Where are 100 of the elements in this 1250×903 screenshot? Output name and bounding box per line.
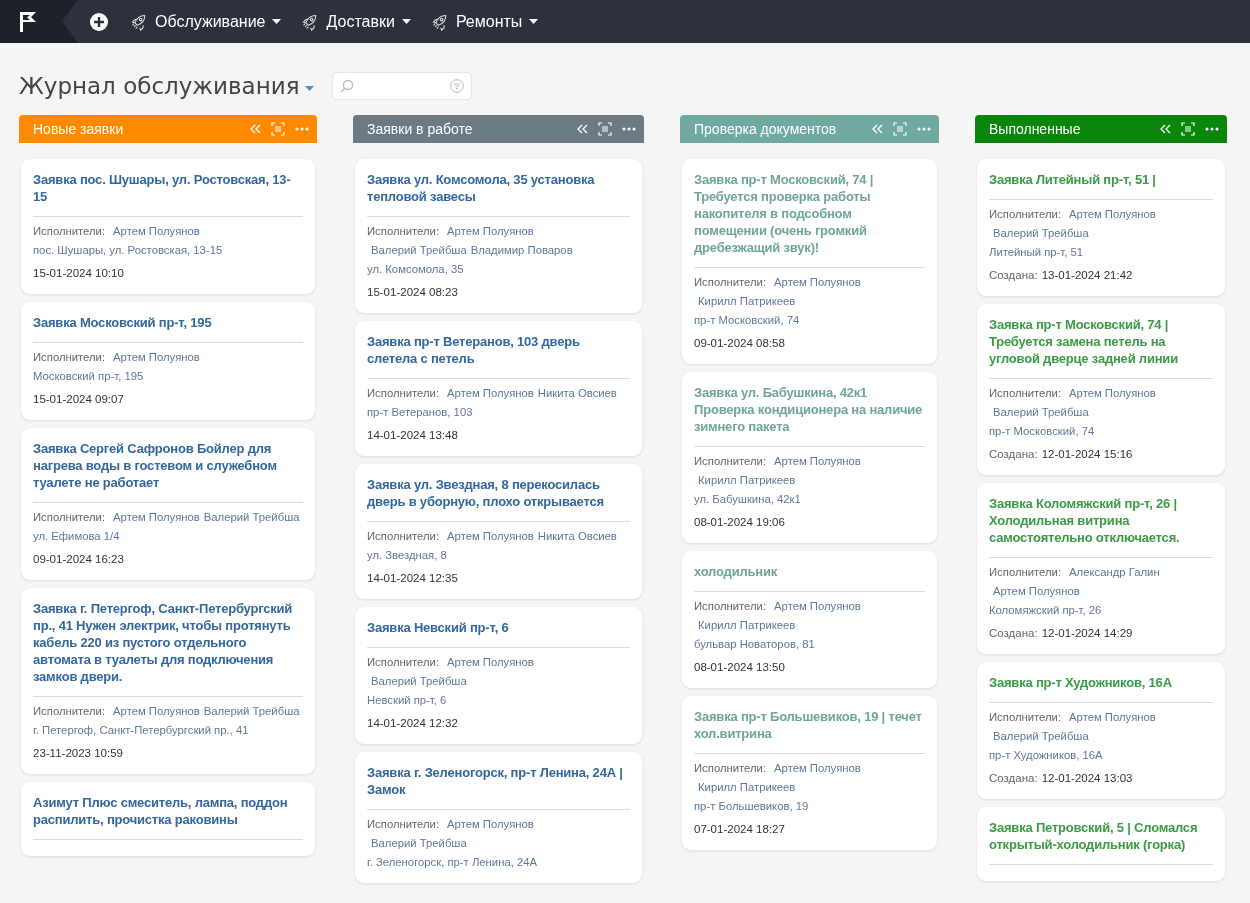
- performer-name[interactable]: Артем Полуянов: [774, 759, 861, 778]
- performer-name[interactable]: Артем Полуянов: [113, 222, 200, 241]
- task-card[interactable]: Заявка Литейный пр-т, 51 | Исполнители: Артем Полуянов Валерий Трейбша Литейный пр-т, 51 Создана: 13-01-2024 21:42: [977, 159, 1225, 296]
- task-card[interactable]: Заявка Московский пр-т, 195 Исполнители: Артем Полуянов Московский пр-т, 195 15-01-2024 09:07: [21, 302, 315, 420]
- task-card[interactable]: Заявка Коломяжский пр-т, 26 | Холодильная витрина самостоятельно отключается. Исполнители: Александр Галин Артем Полуянов Коломяжский пр-т, 26 Создана: 12-01-2024 14:29: [977, 483, 1225, 654]
- fullscreen-icon[interactable]: [893, 122, 907, 136]
- collapse-icon[interactable]: [249, 123, 261, 135]
- performer-name[interactable]: Артем Полуянов: [774, 452, 861, 471]
- card-title[interactable]: Заявка Коломяжский пр-т, 26 | Холодильная витрина самостоятельно отключается.: [989, 495, 1213, 558]
- performer-name[interactable]: Валерий Трейбша: [993, 403, 1089, 422]
- card-title[interactable]: Заявка пос. Шушары, ул. Ростовская, 13-15: [33, 171, 303, 217]
- performer-name[interactable]: Артем Полуянов: [774, 273, 861, 292]
- card-title[interactable]: Заявка ул. Комсомола, 35 установка тепловой завесы: [367, 171, 630, 217]
- performer-name[interactable]: Валерий Трейбша: [371, 672, 467, 691]
- performer-name[interactable]: Валерий Трейбша: [203, 508, 300, 527]
- created-label: Создана:: [989, 448, 1038, 460]
- search-field[interactable]: [332, 72, 473, 100]
- column-title: Новые заявки: [33, 121, 125, 137]
- nav-menu[interactable]: Ремонты: [430, 12, 539, 31]
- card-title[interactable]: Заявка ул. Звездная, 8 перекосилась дверь в уборную, плохо открывается: [367, 476, 630, 522]
- nav-menu[interactable]: Обслуживание: [130, 12, 282, 31]
- performer-name[interactable]: Валерий Трейбша: [371, 834, 467, 853]
- card-title[interactable]: Заявка пр-т Большевиков, 19 | течет хол.витрина: [694, 708, 925, 754]
- performer-name[interactable]: Александр Галин: [1069, 563, 1160, 582]
- performer-name[interactable]: Артем Полуянов: [113, 702, 200, 721]
- performer-name[interactable]: Валерий Трейбша: [203, 702, 300, 721]
- card-title[interactable]: Заявка Московский пр-т, 195: [33, 314, 303, 343]
- fullscreen-icon[interactable]: [1181, 122, 1195, 136]
- nav-menu[interactable]: Доставки: [301, 12, 411, 31]
- more-icon[interactable]: [1205, 127, 1219, 131]
- task-card[interactable]: Заявка пр-т Московский, 74 | Требуется замена петель на угловой дверце задней линии Исполнители: Артем Полуянов Валерий Трейбша пр-т Московский, 74 Создана: 12-01-2024 15:16: [977, 304, 1225, 475]
- performer-name[interactable]: Артем Полуянов: [993, 582, 1080, 601]
- task-card[interactable]: Заявка ул. Звездная, 8 перекосилась дверь в уборную, плохо открывается Исполнители: Артем Полуянов Никита Овсиев ул. Звездная, 8 14-01-2024 12:35: [355, 464, 642, 599]
- performer-name[interactable]: Валерий Трейбша: [993, 727, 1089, 746]
- flag-logo-icon[interactable]: [18, 10, 38, 33]
- performer-name[interactable]: Кирилл Патрикеев: [698, 292, 796, 311]
- fullscreen-icon[interactable]: [598, 122, 612, 136]
- card-title[interactable]: Заявка Сергей Сафронов Бойлер для нагрева воды в гостевом и служебном туалете не работает: [33, 440, 303, 503]
- task-card[interactable]: Заявка Невский пр-т, 6 Исполнители: Артем Полуянов Валерий Трейбша Невский пр-т, 6 14-01-2024 12:32: [355, 607, 642, 744]
- performer-name[interactable]: Никита Овсиев: [537, 384, 617, 403]
- card-title[interactable]: Заявка ул. Бабушкина, 42к1 Проверка кондиционера на наличие зимнего пакета: [694, 384, 925, 447]
- performer-name[interactable]: Кирилл Патрикеев: [698, 778, 796, 797]
- card-date: 08-01-2024 19:06: [694, 516, 785, 528]
- card-title[interactable]: Заявка Литейный пр-т, 51 |: [989, 171, 1213, 200]
- performer-name[interactable]: Артем Полуянов: [113, 348, 200, 367]
- task-card[interactable]: [21, 588, 315, 774]
- task-card[interactable]: [682, 159, 937, 364]
- card-title[interactable]: Азимут Плюс смеситель, лампа, поддон распилить, прочистка раковины: [33, 794, 303, 840]
- card-title[interactable]: Заявка Невский пр-т, 6: [367, 619, 630, 648]
- performer-name[interactable]: Валерий Трейбша: [371, 241, 467, 260]
- card-address: пр-т Московский, 74: [989, 425, 1095, 437]
- more-icon[interactable]: [622, 127, 636, 131]
- collapse-icon[interactable]: [871, 123, 883, 135]
- performer-name[interactable]: Артем Полуянов: [1069, 708, 1156, 727]
- performers-label: Исполнители:: [694, 455, 767, 467]
- more-icon[interactable]: [295, 127, 309, 131]
- card-title[interactable]: Заявка пр-т Московский, 74 | Требуется замена петель на угловой дверце задней линии: [989, 316, 1213, 379]
- task-card[interactable]: Заявка Петровский, 5 | Сломался открытый-холодильник (горка): [977, 807, 1225, 881]
- task-card[interactable]: Заявка ул. Бабушкина, 42к1 Проверка кондиционера на наличие зимнего пакета Исполнители: Артем Полуянов Кирилл Патрикеев ул. Бабушкина, 42к1 08-01-2024 19:06: [682, 372, 937, 543]
- caret-icon[interactable]: [305, 85, 315, 91]
- collapse-icon[interactable]: [1159, 123, 1171, 135]
- performer-name[interactable]: Артем Полуянов: [447, 527, 534, 546]
- performer-name[interactable]: Артем Полуянов: [1069, 205, 1156, 224]
- task-card[interactable]: Заявка пр-т Ветеранов, 103 дверь слетела с петель Исполнители: Артем Полуянов Никита Овсиев пр-т Ветеранов, 103 14-01-2024 13:48: [355, 321, 642, 456]
- task-card[interactable]: Заявка пр-т Художников, 16А Исполнители: Артем Полуянов Валерий Трейбша пр-т Художников, 16А Создана: 12-01-2024 13:03: [977, 662, 1225, 799]
- card-title[interactable]: Заявка пр-т Художников, 16А: [989, 674, 1213, 703]
- collapse-icon[interactable]: [576, 123, 588, 135]
- performer-name[interactable]: Кирилл Патрикеев: [698, 471, 796, 490]
- performer-name[interactable]: Кирилл Патрикеев: [698, 616, 796, 635]
- card-title[interactable]: Заявка Петровский, 5 | Сломался открытый-холодильник (горка): [989, 819, 1213, 865]
- task-card[interactable]: Заявка г. Зеленогорск, пр-т Ленина, 24А | Замок Исполнители: Артем Полуянов Валерий Трейбша г. Зеленогорск, пр-т Ленина, 24А: [355, 752, 642, 883]
- card-title[interactable]: Заявка г. Зеленогорск, пр-т Ленина, 24А | Замок: [367, 764, 630, 810]
- performer-name[interactable]: Артем Полуянов: [447, 815, 534, 834]
- card-address: ул. Ефимова 1/4: [33, 530, 120, 542]
- task-card[interactable]: Заявка ул. Комсомола, 35 установка тепловой завесы Исполнители: Артем Полуянов Валерий Трейбша Владимир Поваров ул. Комсомола, 35 15-01-2024 08:23: [355, 159, 642, 313]
- task-card[interactable]: холодильник Исполнители: Артем Полуянов Кирилл Патрикеев бульвар Новаторов, 81 08-01-2024 13:50: [682, 551, 937, 688]
- card-title[interactable]: холодильник: [694, 563, 925, 592]
- performer-name[interactable]: Владимир Поваров: [470, 241, 573, 260]
- performer-name[interactable]: Артем Полуянов: [447, 384, 534, 403]
- performers-label: Исполнители:: [367, 818, 440, 830]
- performers-label: Исполнители:: [367, 656, 440, 668]
- performer-name[interactable]: Артем Полуянов: [113, 508, 200, 527]
- task-card[interactable]: Заявка пр-т Большевиков, 19 | течет хол.витрина Исполнители: Артем Полуянов Кирилл Патрикеев пр-т Большевиков, 19 07-01-2024 18:27: [682, 696, 937, 850]
- more-icon[interactable]: [917, 127, 931, 131]
- card-title[interactable]: Заявка пр-т Ветеранов, 103 дверь слетела с петель: [367, 333, 630, 379]
- card-date: 09-01-2024 08:58: [694, 337, 785, 349]
- add-icon[interactable]: [90, 12, 108, 31]
- performer-name[interactable]: Артем Полуянов: [447, 653, 534, 672]
- filter-icon[interactable]: [450, 79, 465, 93]
- performer-name[interactable]: Артем Полуянов: [774, 597, 861, 616]
- task-card[interactable]: Азимут Плюс смеситель, лампа, поддон распилить, прочистка раковины: [21, 782, 315, 856]
- task-card[interactable]: Заявка Сергей Сафронов Бойлер для нагрева воды в гостевом и служебном туалете не работает Исполнители: Артем Полуянов Валерий Трейбша ул. Ефимова 1/4 09-01-2024 16:23: [21, 428, 315, 580]
- performer-name[interactable]: Артем Полуянов: [447, 222, 534, 241]
- performer-name[interactable]: Никита Овсиев: [537, 527, 617, 546]
- task-card[interactable]: Заявка пос. Шушары, ул. Ростовская, 13-15 Исполнители: Артем Полуянов пос. Шушары, ул. Ростовская, 13-15 15-01-2024 10:10: [21, 159, 315, 294]
- fullscreen-icon[interactable]: [271, 122, 285, 136]
- card-title[interactable]: Заявка г. Петергоф, Санкт-Петербургский пр., 41 Нужен электрик, чтобы протянуть кабель 220 из пустого отдельного автомата в туалеты для подключения замков двери.: [33, 600, 303, 697]
- performer-name[interactable]: Артем Полуянов: [1069, 384, 1156, 403]
- card-title[interactable]: Заявка пр-т Московский, 74 | Требуется проверка работы накопителя в подсобном помещении (очень громкий дребезжащий звук)!: [694, 171, 925, 268]
- performer-name[interactable]: Валерий Трейбша: [993, 224, 1089, 243]
